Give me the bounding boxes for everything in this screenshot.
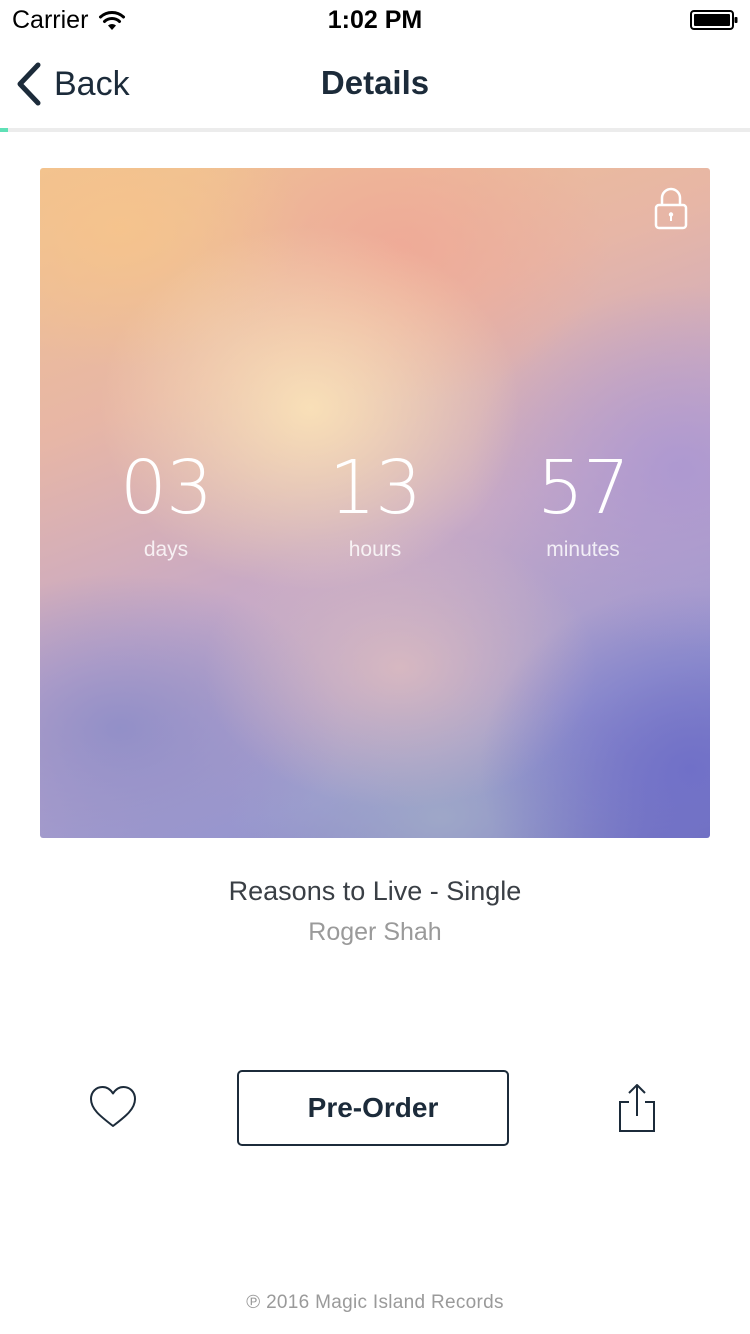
hours-label: hours bbox=[348, 538, 402, 561]
nav-divider bbox=[0, 128, 750, 132]
page-title: Details bbox=[320, 64, 430, 101]
days-value: 03 bbox=[119, 445, 213, 531]
countdown-hours: 13 hours bbox=[275, 446, 475, 562]
minutes-label: minutes bbox=[546, 538, 620, 561]
share-icon[interactable] bbox=[616, 1082, 658, 1134]
status-bar: Carrier 1:02 PM bbox=[0, 0, 750, 40]
artist-name: Roger Shah bbox=[308, 918, 442, 946]
status-time: 1:02 PM bbox=[327, 6, 423, 34]
release-title: Reasons to Live - Single bbox=[228, 876, 522, 906]
progress-indicator bbox=[0, 128, 8, 132]
countdown-minutes: 57 minutes bbox=[483, 446, 683, 562]
copyright-notice: ℗ 2016 Magic Island Records bbox=[246, 1292, 504, 1313]
days-label: days bbox=[143, 538, 189, 561]
pre-order-button[interactable]: Pre-Order bbox=[237, 1070, 509, 1146]
hours-value: 13 bbox=[328, 445, 422, 531]
countdown-days: 03 days bbox=[66, 446, 266, 562]
lock-icon bbox=[654, 187, 688, 230]
details-screen: Carrier 1:02 PM Back Details 03 days 13 … bbox=[0, 0, 750, 1334]
minutes-value: 57 bbox=[536, 445, 630, 531]
battery-icon bbox=[690, 10, 738, 30]
heart-icon[interactable] bbox=[88, 1084, 138, 1130]
navigation-bar: Back Details bbox=[0, 40, 750, 128]
album-artwork: 03 days 13 hours 57 minutes bbox=[40, 168, 710, 838]
countdown-timer: 03 days 13 hours 57 minutes bbox=[40, 446, 710, 576]
